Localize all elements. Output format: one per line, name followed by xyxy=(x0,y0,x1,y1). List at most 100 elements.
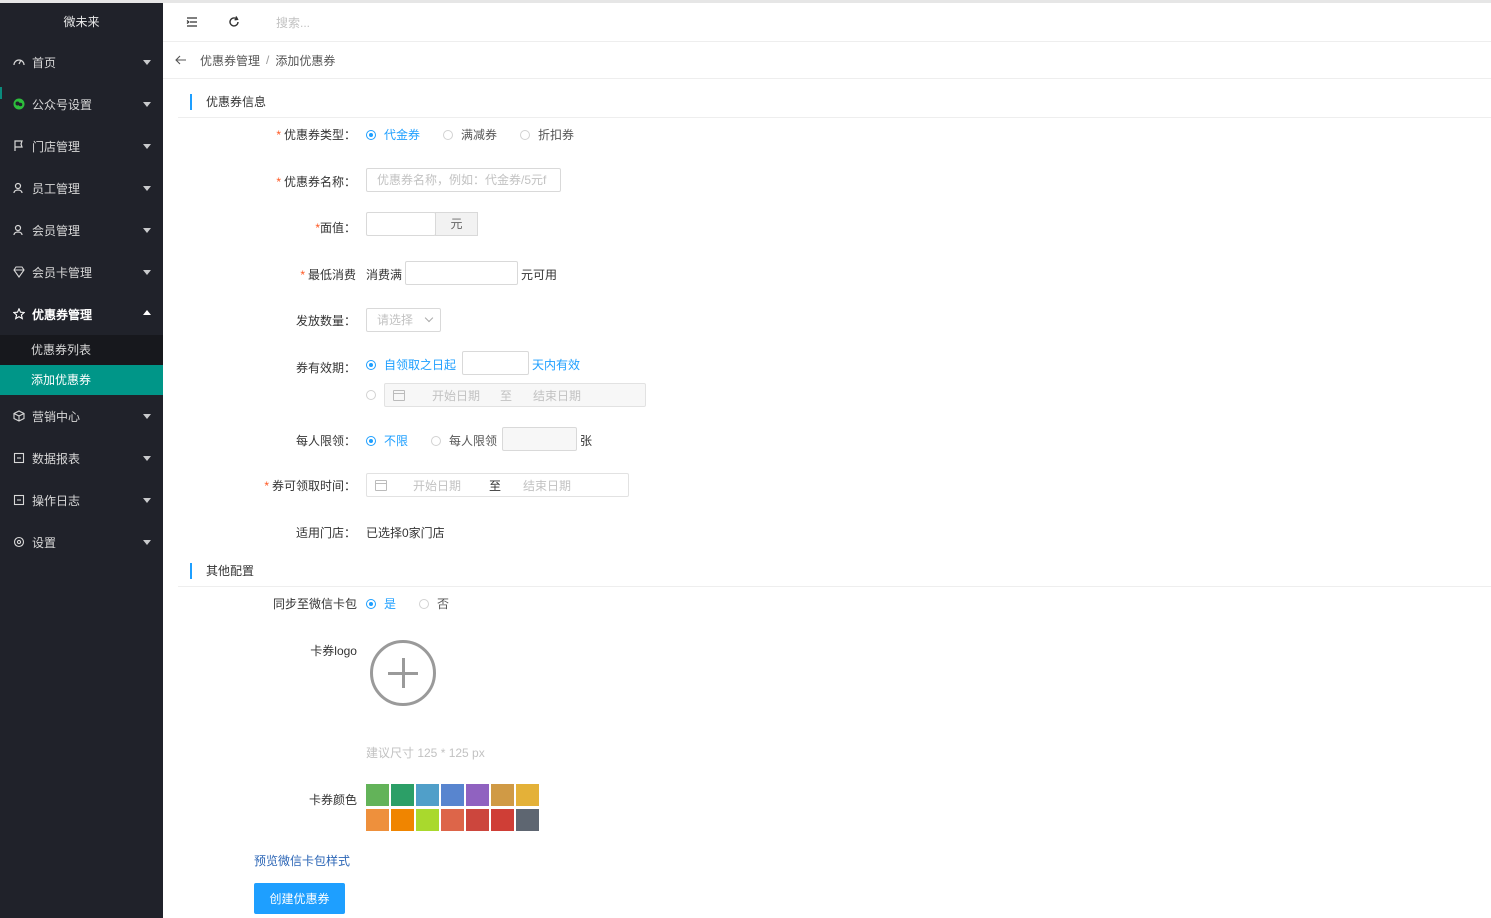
radio-checked-icon xyxy=(366,129,376,140)
color-swatch[interactable] xyxy=(416,784,439,806)
chevron-down-icon xyxy=(143,270,151,275)
coupon-name-label: * 优惠券名称： xyxy=(276,175,356,189)
sidebar: 微未来 首页 公众号设置 门店管理 员工管理 会员管理 会员卡管理 优惠券管理 … xyxy=(0,3,163,918)
breadcrumb-separator: / xyxy=(266,53,270,67)
sidebar-item-member-cards[interactable]: 会员卡管理 xyxy=(0,251,163,293)
color-swatch[interactable] xyxy=(466,784,489,806)
sidebar-item-label: 公众号设置 xyxy=(32,97,93,112)
sidebar-item-logs[interactable]: 操作日志 xyxy=(0,479,163,521)
claim-date-range[interactable]: 开始日期 至 结束日期 xyxy=(366,473,629,497)
color-swatch[interactable] xyxy=(491,809,514,831)
face-value-input[interactable] xyxy=(366,212,436,236)
color-swatch[interactable] xyxy=(366,809,389,831)
radio-sync-yes[interactable]: 是 xyxy=(366,595,396,612)
min-spend-input[interactable] xyxy=(405,261,518,285)
create-coupon-button[interactable]: 创建优惠券 xyxy=(254,883,345,914)
chevron-down-icon xyxy=(143,228,151,233)
sidebar-item-label: 操作日志 xyxy=(32,493,81,508)
preview-wechat-card-link[interactable]: 预览微信卡包样式 xyxy=(254,852,350,869)
sidebar-item-members[interactable]: 会员管理 xyxy=(0,209,163,251)
radio-unlimited[interactable]: 不限 xyxy=(366,432,408,449)
chevron-down-icon xyxy=(143,144,151,149)
divider xyxy=(178,586,1491,587)
sidebar-item-label: 营销中心 xyxy=(32,409,81,424)
sidebar-item-staff[interactable]: 员工管理 xyxy=(0,167,163,209)
back-arrow-icon[interactable] xyxy=(174,53,188,67)
settings-icon xyxy=(13,536,25,548)
min-spend-suffix: 元可用 xyxy=(521,268,558,282)
color-swatch[interactable] xyxy=(491,784,514,806)
submenu-item-coupon-list[interactable]: 优惠券列表 xyxy=(0,335,163,365)
chevron-down-icon xyxy=(424,313,434,323)
radio-icon xyxy=(443,129,453,140)
radio-limited[interactable]: 每人限领 xyxy=(431,432,497,449)
sidebar-item-reports[interactable]: 数据报表 xyxy=(0,437,163,479)
radio-icon xyxy=(431,435,441,446)
radio-percent-coupon[interactable]: 折扣券 xyxy=(520,126,574,143)
calendar-icon xyxy=(375,479,387,491)
min-spend-label: * 最低消费 xyxy=(300,268,356,282)
radio-checked-icon xyxy=(366,359,376,370)
claim-time-label: * 券可领取时间： xyxy=(264,479,356,493)
quantity-select[interactable]: 请选择 xyxy=(366,308,441,332)
color-swatch[interactable] xyxy=(441,809,464,831)
coupon-name-input[interactable] xyxy=(366,168,561,192)
star-icon xyxy=(13,308,25,320)
chevron-down-icon xyxy=(143,186,151,191)
face-value-label: *面值： xyxy=(315,221,356,235)
section-title-other-config: 其他配置 xyxy=(190,563,254,579)
sidebar-item-label: 会员卡管理 xyxy=(32,265,93,280)
color-swatch[interactable] xyxy=(416,809,439,831)
date-separator: 至 xyxy=(500,388,513,403)
user-icon xyxy=(13,182,25,194)
selected-stores-value[interactable]: 已选择0家门店 xyxy=(366,524,445,541)
radio-checked-icon xyxy=(366,435,376,446)
menu-toggle-icon[interactable] xyxy=(185,15,199,29)
radio-icon xyxy=(366,390,376,400)
validity-date-range[interactable]: 开始日期 至 结束日期 xyxy=(384,383,646,407)
logo-size-hint: 建议尺寸 125 * 125 px xyxy=(366,746,485,760)
start-date-placeholder: 开始日期 xyxy=(413,478,462,493)
upload-plus-icon[interactable] xyxy=(370,640,436,706)
radio-validity-range[interactable] xyxy=(366,390,384,400)
chevron-down-icon xyxy=(143,456,151,461)
sidebar-item-stores[interactable]: 门店管理 xyxy=(0,125,163,167)
face-value-unit: 元 xyxy=(435,212,478,236)
sidebar-item-marketing[interactable]: 营销中心 xyxy=(0,395,163,437)
sidebar-item-label: 优惠券管理 xyxy=(32,307,93,322)
box-icon xyxy=(13,410,25,422)
refresh-icon[interactable] xyxy=(227,15,241,29)
sidebar-item-label: 门店管理 xyxy=(32,139,81,154)
sidebar-item-settings[interactable]: 设置 xyxy=(0,521,163,563)
user-icon xyxy=(13,224,25,236)
chevron-down-icon xyxy=(143,102,151,107)
color-swatch[interactable] xyxy=(516,809,539,831)
sidebar-item-label: 数据报表 xyxy=(32,451,81,466)
color-swatch[interactable] xyxy=(391,784,414,806)
submenu-item-add-coupon[interactable]: 添加优惠券 xyxy=(0,365,163,395)
validity-days-suffix: 天内有效 xyxy=(532,358,581,372)
per-person-limit-input[interactable] xyxy=(502,427,577,451)
radio-sync-no[interactable]: 否 xyxy=(419,595,449,612)
validity-days-input[interactable] xyxy=(462,351,529,375)
report-icon xyxy=(13,452,25,464)
divider xyxy=(178,117,1491,118)
color-swatch[interactable] xyxy=(441,784,464,806)
sidebar-item-coupons[interactable]: 优惠券管理 xyxy=(0,293,163,335)
sidebar-item-wechat[interactable]: 公众号设置 xyxy=(0,83,163,125)
breadcrumb-parent[interactable]: 优惠券管理 xyxy=(200,52,260,69)
radio-validity-days[interactable]: 自领取之日起 xyxy=(366,356,456,373)
color-swatch[interactable] xyxy=(366,784,389,806)
color-swatch[interactable] xyxy=(516,784,539,806)
radio-cash-coupon[interactable]: 代金券 xyxy=(366,126,420,143)
search-input[interactable] xyxy=(276,14,476,32)
sidebar-item-home[interactable]: 首页 xyxy=(0,41,163,83)
per-person-limit-label: 每人限领： xyxy=(295,434,356,448)
top-header xyxy=(163,3,1491,42)
diamond-icon xyxy=(13,266,25,278)
radio-discount-threshold-coupon[interactable]: 满减券 xyxy=(443,126,497,143)
color-swatch[interactable] xyxy=(466,809,489,831)
color-swatch[interactable] xyxy=(391,809,414,831)
radio-icon xyxy=(419,598,429,609)
chevron-up-icon xyxy=(143,310,151,315)
